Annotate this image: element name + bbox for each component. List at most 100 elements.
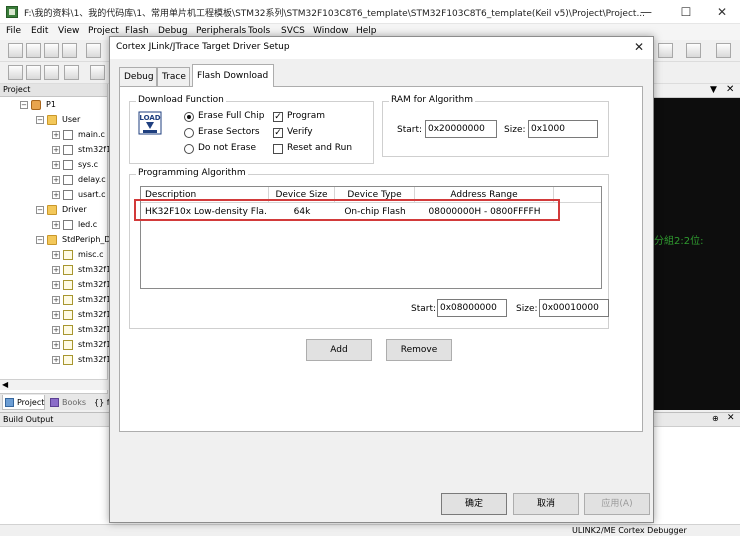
group-title: Programming Algorithm bbox=[136, 168, 248, 178]
tab-flash-download[interactable]: Flash Download bbox=[192, 64, 274, 87]
close-icon[interactable]: ✕ bbox=[631, 39, 647, 55]
menu-peripherals[interactable]: Peripherals bbox=[196, 26, 246, 36]
expand-icon[interactable]: + bbox=[52, 296, 60, 304]
expand-icon[interactable]: + bbox=[52, 341, 60, 349]
window-layout-icon[interactable] bbox=[686, 43, 701, 58]
expand-icon[interactable]: + bbox=[52, 221, 60, 229]
save-all-icon[interactable] bbox=[62, 43, 77, 58]
tree-item-label: delay.c bbox=[78, 175, 106, 184]
cell-device-type: On-chip Flash bbox=[344, 207, 406, 217]
dialog-title: Cortex JLink/JTrace Target Driver Setup bbox=[116, 42, 290, 52]
minimize-button[interactable]: — bbox=[632, 3, 660, 21]
erase-sectors-radio[interactable] bbox=[184, 128, 194, 138]
menu-file[interactable]: File bbox=[6, 26, 21, 36]
download-icon[interactable] bbox=[64, 65, 79, 80]
menu-project[interactable]: Project bbox=[88, 26, 119, 36]
expand-icon[interactable]: + bbox=[52, 176, 60, 184]
cut-icon[interactable] bbox=[86, 43, 101, 58]
build-icon[interactable] bbox=[26, 65, 41, 80]
flash-size-input[interactable] bbox=[539, 299, 609, 317]
tree-item-label: stm32f1 bbox=[78, 340, 112, 349]
stop-build-icon[interactable] bbox=[90, 65, 105, 80]
expand-icon[interactable]: + bbox=[52, 161, 60, 169]
collapse-icon[interactable]: − bbox=[20, 101, 28, 109]
file-icon bbox=[63, 340, 73, 350]
column-device-size[interactable]: Device Size bbox=[269, 187, 335, 203]
load-icon: LOAD bbox=[138, 111, 162, 135]
menu-debug[interactable]: Debug bbox=[158, 26, 188, 36]
tab-trace[interactable]: Trace bbox=[157, 67, 190, 86]
project-pane-header: Project bbox=[0, 84, 107, 97]
column-description[interactable]: Description bbox=[145, 187, 269, 203]
add-button[interactable]: Add bbox=[306, 339, 372, 361]
collapse-icon[interactable]: − bbox=[36, 206, 44, 214]
pin-icon[interactable]: ⊕ bbox=[712, 414, 719, 423]
table-row[interactable]: HK32F10x Low-density Fla... 64k On-chip … bbox=[141, 204, 601, 220]
menu-svcs[interactable]: SVCS bbox=[281, 26, 305, 36]
do-not-erase-radio[interactable] bbox=[184, 144, 194, 154]
column-address-range[interactable]: Address Range bbox=[415, 187, 554, 203]
file-icon bbox=[63, 250, 73, 260]
collapse-icon[interactable]: − bbox=[36, 236, 44, 244]
flash-size-label: Size: bbox=[516, 304, 538, 314]
expand-icon[interactable]: + bbox=[52, 146, 60, 154]
maximize-button[interactable]: ☐ bbox=[672, 3, 700, 21]
menu-flash[interactable]: Flash bbox=[125, 26, 149, 36]
program-checkbox[interactable]: ✓ bbox=[273, 112, 283, 122]
new-file-icon[interactable] bbox=[8, 43, 23, 58]
menu-window[interactable]: Window bbox=[313, 26, 349, 36]
project-pane-title: Project bbox=[3, 85, 31, 94]
open-file-icon[interactable] bbox=[26, 43, 41, 58]
translate-icon[interactable] bbox=[8, 65, 23, 80]
erase-full-chip-label: Erase Full Chip bbox=[198, 111, 265, 121]
tab-books[interactable]: Books bbox=[48, 395, 86, 410]
verify-checkbox[interactable]: ✓ bbox=[273, 128, 283, 138]
dropdown-icon[interactable]: ▼ bbox=[710, 85, 717, 95]
erase-full-chip-radio[interactable] bbox=[184, 112, 194, 122]
expand-icon[interactable]: + bbox=[52, 281, 60, 289]
menu-edit[interactable]: Edit bbox=[31, 26, 48, 36]
menu-view[interactable]: View bbox=[58, 26, 79, 36]
tab-debug[interactable]: Debug bbox=[119, 67, 157, 86]
configure-icon[interactable] bbox=[716, 43, 731, 58]
file-icon bbox=[63, 355, 73, 365]
collapse-icon[interactable]: − bbox=[36, 116, 44, 124]
menu-help[interactable]: Help bbox=[356, 26, 377, 36]
rebuild-icon[interactable] bbox=[44, 65, 59, 80]
expand-icon[interactable]: + bbox=[52, 266, 60, 274]
tab-project[interactable]: Project bbox=[2, 395, 46, 410]
wizard-icon[interactable] bbox=[658, 43, 673, 58]
flash-start-input[interactable] bbox=[437, 299, 507, 317]
reset-and-run-checkbox[interactable] bbox=[273, 144, 283, 154]
save-icon[interactable] bbox=[44, 43, 59, 58]
expand-icon[interactable]: + bbox=[52, 311, 60, 319]
close-pane-icon[interactable]: ✕ bbox=[727, 413, 735, 423]
build-output-title: Build Output bbox=[3, 415, 54, 424]
code-comment: 分組2:2位: bbox=[654, 236, 704, 247]
expand-icon[interactable]: + bbox=[52, 326, 60, 334]
editor-area[interactable] bbox=[654, 98, 740, 410]
scroll-left-icon[interactable]: ◀ bbox=[2, 380, 8, 389]
expand-icon[interactable]: + bbox=[52, 131, 60, 139]
remove-button[interactable]: Remove bbox=[386, 339, 452, 361]
ram-size-input[interactable] bbox=[528, 120, 598, 138]
horizontal-scrollbar[interactable]: ◀ bbox=[0, 379, 108, 390]
target-icon bbox=[31, 100, 41, 110]
tree-item-label: misc.c bbox=[78, 250, 104, 259]
status-bar: ULINK2/ME Cortex Debugger bbox=[0, 524, 740, 536]
tree-item-label: Driver bbox=[62, 205, 87, 214]
expand-icon[interactable]: + bbox=[52, 356, 60, 364]
cancel-button[interactable]: 取消 bbox=[513, 493, 579, 515]
tree-item-label: stm32f1 bbox=[78, 355, 112, 364]
expand-icon[interactable]: + bbox=[52, 191, 60, 199]
tab-functions[interactable]: {} f bbox=[92, 395, 110, 410]
apply-button[interactable]: 应用(A) bbox=[584, 493, 650, 515]
ok-button[interactable]: 确定 bbox=[441, 493, 507, 515]
close-window-button[interactable]: ✕ bbox=[708, 3, 736, 21]
ram-start-input[interactable] bbox=[425, 120, 497, 138]
close-editor-icon[interactable]: ✕ bbox=[726, 84, 734, 95]
menu-tools[interactable]: Tools bbox=[248, 26, 270, 36]
tree-item-label: usart.c bbox=[78, 190, 106, 199]
column-device-type[interactable]: Device Type bbox=[335, 187, 415, 203]
expand-icon[interactable]: + bbox=[52, 251, 60, 259]
